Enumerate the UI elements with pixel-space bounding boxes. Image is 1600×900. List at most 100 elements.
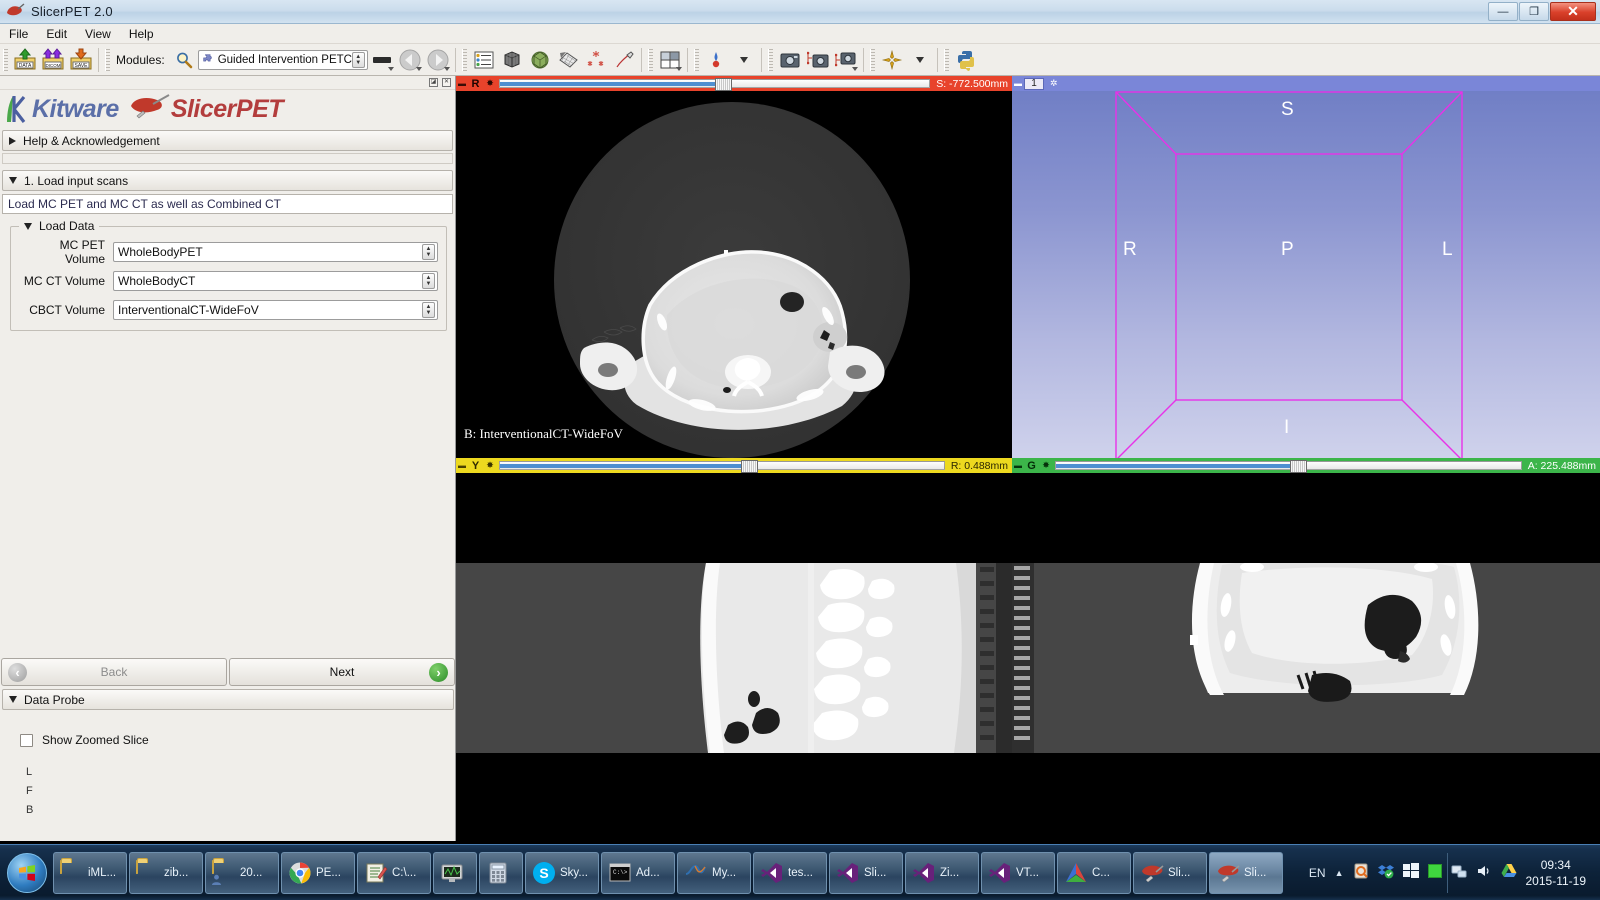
cbct-volume-select[interactable]: InterventionalCT-WideFoV ▲ ▼ [113, 299, 438, 320]
next-button[interactable]: Next › [229, 658, 455, 686]
chevron-down-icon[interactable] [851, 66, 858, 71]
taskbar-item-slicer1[interactable]: Sli... [1133, 851, 1207, 894]
taskbar-item-matlab[interactable]: My... [677, 851, 751, 894]
axial-slider-handle[interactable] [715, 78, 733, 91]
start-orb-icon[interactable] [2, 849, 52, 897]
transforms-icon[interactable] [554, 46, 582, 74]
markups-icon[interactable] [582, 46, 610, 74]
acrobat-icon[interactable] [1353, 863, 1369, 882]
sagittal-slider-handle[interactable] [740, 460, 758, 473]
load-data-group-title[interactable]: Load Data [19, 219, 100, 233]
coronal-slice-view[interactable]: ▬ G ✸ A: 225.488mm B: InterventionalCT-W… [1012, 458, 1600, 841]
taskbar-item-tes[interactable]: tes... [753, 851, 827, 894]
google-drive-icon[interactable] [1501, 863, 1517, 882]
coronal-slider-handle[interactable] [1289, 460, 1307, 473]
language-indicator[interactable]: EN [1309, 866, 1326, 880]
menu-help[interactable]: Help [120, 25, 163, 43]
capture-toolbar-grip[interactable] [767, 48, 773, 71]
taskbar-item-calculator[interactable] [479, 851, 523, 894]
chevron-down-icon[interactable] [675, 66, 682, 71]
history-back-icon[interactable] [396, 46, 424, 74]
minimize-button[interactable]: — [1488, 2, 1518, 21]
module-favorites-icon[interactable] [368, 46, 396, 74]
subject-hierarchy-icon[interactable] [470, 46, 498, 74]
taskbar-item-notepad[interactable]: C:\... [357, 851, 431, 894]
layout-icon[interactable] [656, 46, 684, 74]
volume-icon[interactable] [1476, 863, 1492, 882]
show-hidden-icon[interactable]: ▲ [1335, 868, 1344, 878]
data-probe-section[interactable]: Data Probe [2, 689, 454, 710]
models-icon[interactable] [526, 46, 554, 74]
close-icon[interactable]: ✕ [442, 78, 451, 87]
volume-rendering-icon[interactable] [498, 46, 526, 74]
sagittal-visibility-icon[interactable]: ✸ [483, 460, 497, 471]
taskbar-item-skype[interactable]: S Sky... [525, 851, 599, 894]
menu-file[interactable]: File [0, 25, 37, 43]
search-icon[interactable] [170, 46, 198, 74]
module-selector-spinner[interactable]: ▲ ▼ [351, 51, 365, 68]
axial-slice-slider[interactable] [499, 78, 931, 91]
chevron-down-icon[interactable] [387, 66, 394, 71]
toolbar-grip[interactable] [3, 48, 8, 71]
coronal-slice-slider[interactable] [1055, 460, 1522, 473]
taskbar-item-chrome[interactable]: PE... [281, 851, 355, 894]
axial-slice-view[interactable]: ▬ R ✸ S: -772.500mm B: InterventionalCT-… [456, 76, 1012, 458]
module-selector[interactable]: Guided Intervention PETCT ▲ ▼ [197, 49, 368, 70]
chevron-down-icon[interactable] [443, 66, 450, 71]
sagittal-slice-slider[interactable] [499, 460, 945, 473]
python-toolbar-grip[interactable] [943, 48, 949, 71]
taskbar-item-console[interactable]: C:\> Ad... [601, 851, 675, 894]
mouse-mode-icon[interactable] [878, 46, 906, 74]
mc-pet-volume-select[interactable]: WholeBodyPET ▲ ▼ [113, 241, 438, 262]
sagittal-slice-view[interactable]: ▬ Y ✸ R: 0.488mm B: InterventionalCT-Wid… [456, 458, 1012, 841]
taskbar-item-20[interactable]: 20... [205, 851, 279, 894]
taskbar-item-cmake[interactable]: C... [1057, 851, 1131, 894]
sagittal-pin-icon[interactable]: ▬ [456, 461, 468, 470]
taskbar-item-zib[interactable]: zib... [129, 851, 203, 894]
close-button[interactable]: ✕ [1550, 2, 1596, 21]
crosshair-dropdown-icon[interactable] [730, 46, 758, 74]
taskbar-item-zi[interactable]: Zi... [905, 851, 979, 894]
windows-update-icon[interactable] [1402, 863, 1419, 882]
back-button[interactable]: ‹ Back [1, 658, 227, 686]
show-zoomed-slice-row[interactable]: Show Zoomed Slice [20, 733, 149, 747]
load-dicom-icon[interactable]: DICOM [39, 46, 67, 74]
save-data-icon[interactable]: SAVE [67, 46, 95, 74]
chevron-down-icon[interactable] [415, 66, 422, 71]
taskbar-item-iml[interactable]: iML... [53, 851, 127, 894]
help-acknowledgement-section[interactable]: Help & Acknowledgement [2, 130, 453, 151]
annotations-icon[interactable] [610, 46, 638, 74]
taskbar-item-vt[interactable]: VT... [981, 851, 1055, 894]
crosshair-toolbar-grip[interactable] [693, 48, 699, 71]
python-console-icon[interactable] [952, 46, 980, 74]
layout-toolbar-grip[interactable] [647, 48, 653, 71]
pin-icon[interactable]: ◪ [429, 78, 438, 87]
dropbox-icon[interactable] [1377, 863, 1394, 882]
show-zoomed-slice-checkbox[interactable] [20, 733, 33, 747]
axial-visibility-icon[interactable]: ✸ [483, 78, 497, 89]
mouse-toolbar-grip[interactable] [869, 48, 875, 71]
history-forward-icon[interactable] [424, 46, 452, 74]
screenshot-icon[interactable] [776, 46, 804, 74]
sagittal-slice-controls[interactable]: ▬ Y ✸ R: 0.488mm [456, 458, 1012, 473]
scene-views-restore-icon[interactable] [832, 46, 860, 74]
modules-tools-grip[interactable] [461, 48, 467, 71]
cbct-volume-spinner[interactable]: ▲ ▼ [422, 301, 435, 318]
taskbar-clock[interactable]: 09:34 2015-11-19 [1526, 857, 1587, 889]
mouse-mode-dropdown-icon[interactable] [906, 46, 934, 74]
green-square-icon[interactable] [1427, 864, 1442, 881]
scene-views-capture-icon[interactable] [804, 46, 832, 74]
mc-ct-volume-select[interactable]: WholeBodyCT ▲ ▼ [113, 270, 438, 291]
coronal-slice-controls[interactable]: ▬ G ✸ A: 225.488mm [1012, 458, 1600, 473]
taskbar-item-monitor[interactable] [433, 851, 477, 894]
taskbar-item-sli1[interactable]: Sli... [829, 851, 903, 894]
coronal-visibility-icon[interactable]: ✸ [1039, 460, 1053, 471]
taskbar-item-slicer2[interactable]: Sli... [1209, 851, 1283, 894]
coronal-pin-icon[interactable]: ▬ [1012, 461, 1024, 470]
load-input-scans-section[interactable]: 1. Load input scans [2, 170, 453, 191]
maximize-button[interactable]: ❐ [1519, 2, 1549, 21]
mc-pet-volume-spinner[interactable]: ▲ ▼ [422, 243, 435, 260]
mc-ct-volume-spinner[interactable]: ▲ ▼ [422, 272, 435, 289]
crosshair-icon[interactable] [702, 46, 730, 74]
modules-toolbar-grip[interactable] [105, 48, 110, 71]
